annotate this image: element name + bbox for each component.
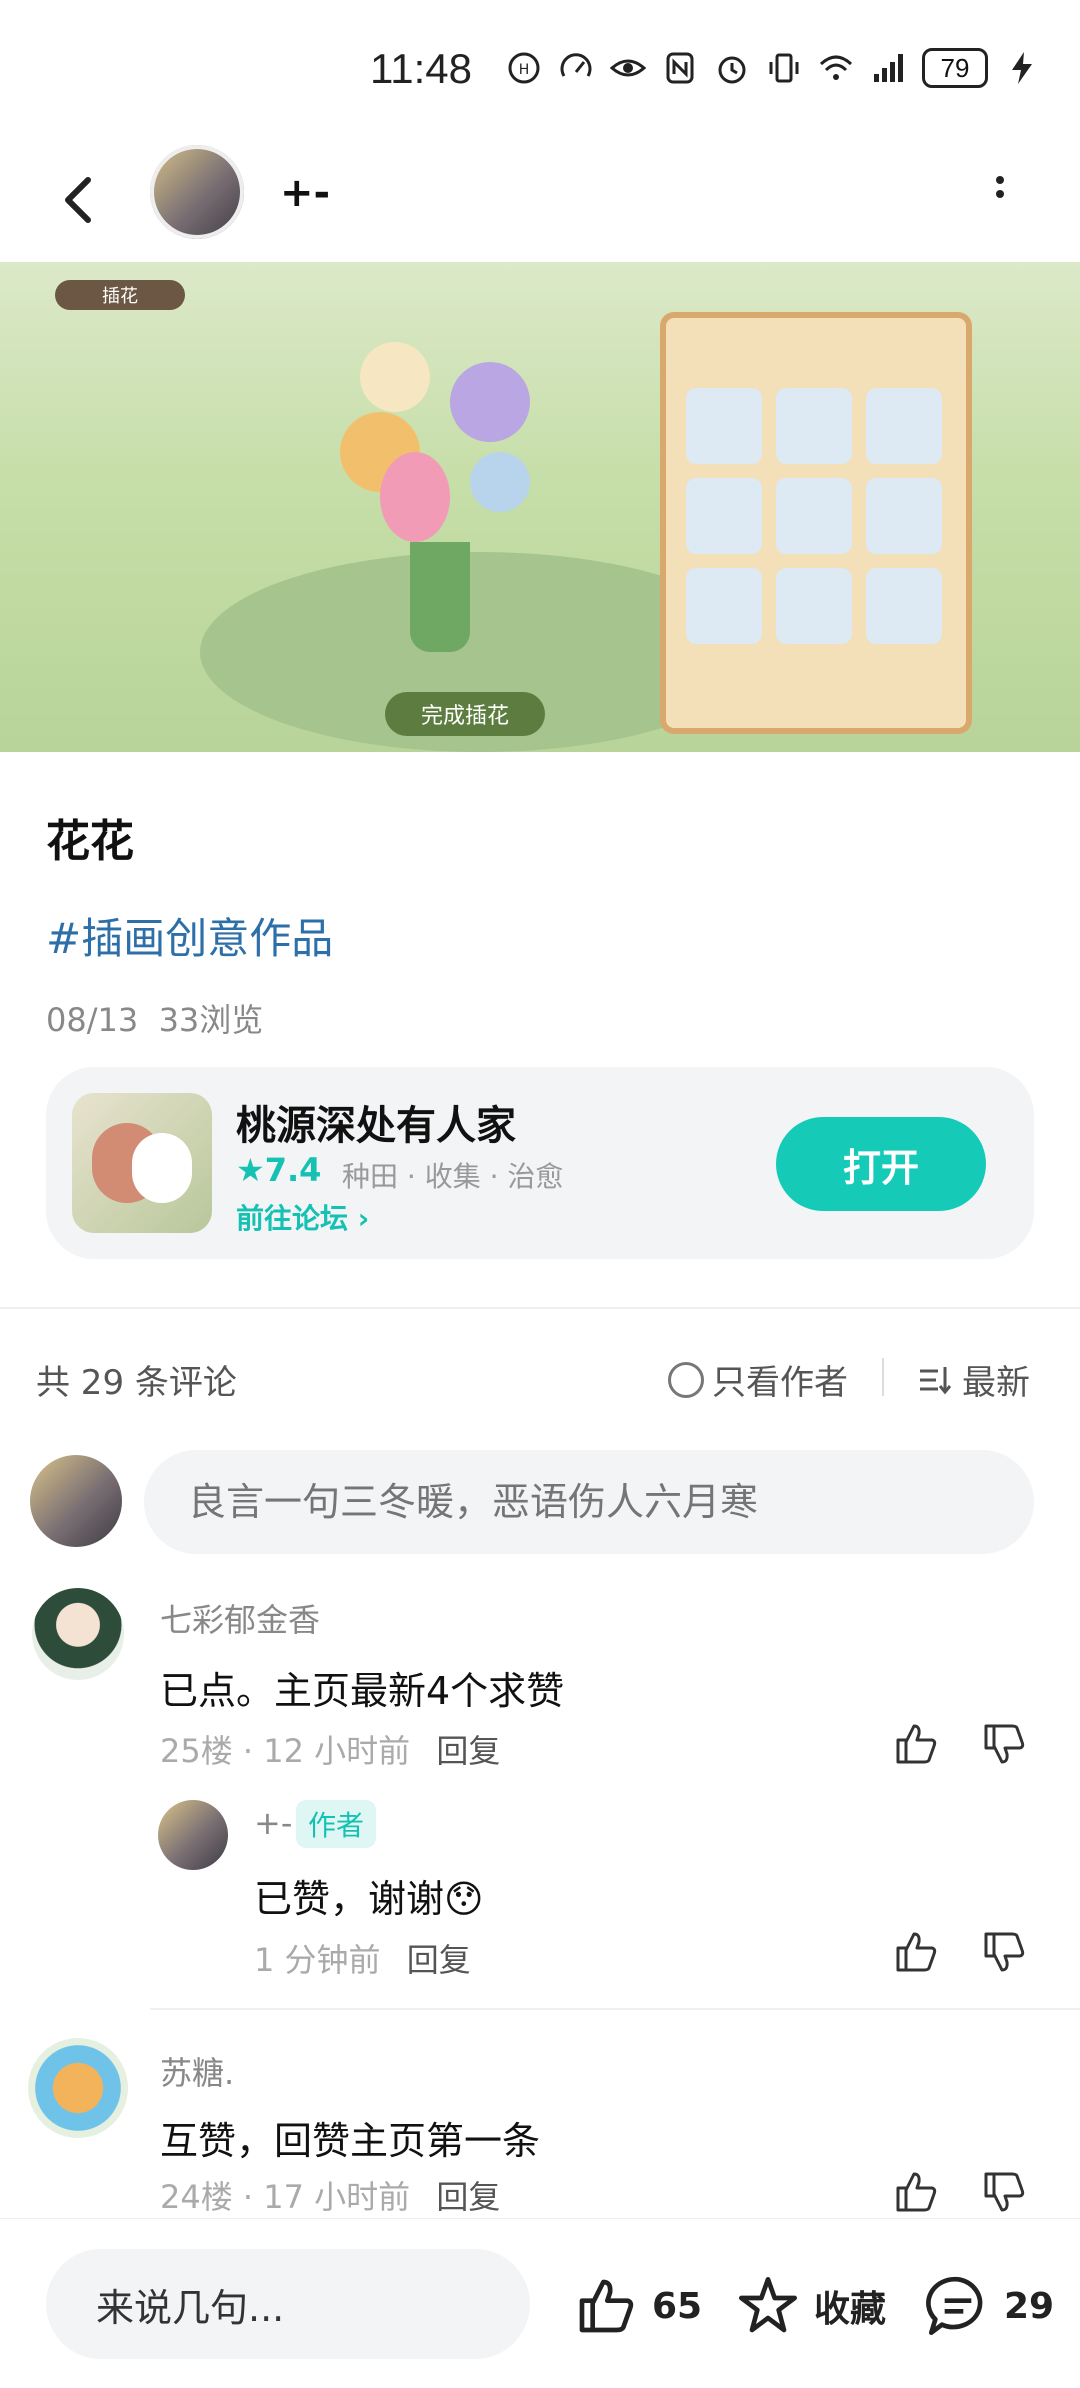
eye-icon — [610, 59, 646, 77]
thumbs-up-icon — [579, 2279, 634, 2333]
forum-link[interactable]: 前往论坛 › — [236, 1197, 369, 1237]
back-button[interactable] — [50, 170, 110, 230]
reply-text: 已赞，谢谢😯 — [254, 1877, 484, 1921]
game-name: 桃源深处有人家 — [236, 1103, 516, 1149]
favorite-button[interactable]: 收藏 — [736, 2274, 886, 2338]
like-count: 65 — [652, 2285, 703, 2327]
comment-avatar[interactable] — [32, 1588, 124, 1680]
game-rating: ★7.4 — [236, 1151, 322, 1189]
thumbs-down-icon[interactable] — [980, 1720, 1028, 1768]
reply-meta: 1 分钟前 回复 — [254, 1935, 471, 1981]
wifi-icon — [819, 55, 853, 80]
star-icon — [739, 2277, 797, 2333]
thumbs-up-icon[interactable] — [892, 2168, 940, 2216]
open-game-button[interactable]: 打开 — [776, 1117, 986, 1211]
comment-bubble-icon — [926, 2276, 983, 2335]
status-bar: 11:48 H 79 — [0, 0, 1080, 140]
thumbs-down-icon[interactable] — [980, 2168, 1028, 2216]
favorite-label: 收藏 — [814, 2289, 887, 2330]
comment-meta: 24楼 · 17 小时前 回复 — [160, 2178, 501, 2216]
post-image[interactable]: 插花 完成插花 — [0, 262, 1080, 752]
reply-author[interactable]: +- — [254, 1804, 292, 1842]
bottom-bar: 来说几句... 65 收藏 29 — [0, 2218, 1080, 2388]
post-tag-link[interactable]: #插画创意作品 — [46, 905, 333, 966]
more-options-button[interactable] — [980, 170, 1020, 220]
radio-circle-icon — [668, 1361, 704, 1398]
sort-icon — [920, 1366, 952, 1394]
reply-button[interactable]: 回复 — [407, 1941, 471, 1979]
sort-label: 最新 — [962, 1363, 1030, 1403]
game-tags: 种田 · 收集 · 治愈 — [342, 1160, 564, 1193]
comment-text: 已点。主页最新4个求赞 — [160, 1669, 565, 1713]
battery-indicator: 79 — [922, 48, 988, 88]
comment-author[interactable]: 苏糖. — [160, 2048, 234, 2094]
svg-text:H: H — [519, 62, 530, 78]
thumbs-up-icon[interactable] — [892, 1720, 940, 1768]
signal-icon — [874, 54, 903, 82]
game-card[interactable]: 桃源深处有人家 ★7.4 种田 · 收集 · 治愈 前往论坛 › 打开 — [46, 1067, 1034, 1259]
hd-icon: H — [508, 52, 540, 84]
comment-meta: 25楼 · 12 小时前 回复 — [160, 1732, 501, 1770]
vibrate-icon — [769, 53, 799, 83]
post-views: 33浏览 — [158, 1001, 264, 1039]
comment-time: 17 小时前 — [263, 2178, 411, 2216]
finish-arrangement-label: 完成插花 — [385, 692, 545, 736]
nfc-icon — [666, 52, 694, 84]
reply-time: 1 分钟前 — [254, 1941, 381, 1979]
author-badge: 作者 — [296, 1800, 377, 1848]
comment-time: 12 小时前 — [263, 1732, 411, 1770]
status-time: 11:48 — [370, 45, 472, 92]
comment-floor: 24楼 — [160, 2178, 233, 2216]
post-title: 花花 — [46, 816, 134, 867]
reply-button[interactable]: 回复 — [436, 1732, 500, 1770]
author-name[interactable]: +- — [280, 170, 330, 216]
status-icons: H 79 — [506, 48, 1040, 88]
author-avatar[interactable] — [150, 145, 244, 239]
sort-button[interactable]: 最新 — [918, 1355, 1030, 1404]
comment-text: 互赞，回赞主页第一条 — [160, 2119, 541, 2163]
section-divider — [0, 1307, 1080, 1309]
comment-input[interactable] — [144, 1450, 1034, 1554]
thumbs-up-icon[interactable] — [892, 1928, 940, 1976]
quick-comment-input[interactable]: 来说几句... — [46, 2249, 530, 2359]
only-author-label: 只看作者 — [712, 1363, 848, 1403]
chevron-left-icon — [65, 177, 91, 223]
only-author-toggle[interactable]: 只看作者 — [668, 1355, 848, 1404]
speed-icon — [560, 53, 592, 77]
game-app-icon — [72, 1093, 212, 1233]
my-avatar — [30, 1455, 122, 1547]
reply-button[interactable]: 回复 — [436, 2178, 500, 2216]
image-tab-label: 插花 — [55, 280, 185, 310]
like-button[interactable]: 65 — [574, 2274, 702, 2338]
comment-count: 共 29 条评论 — [36, 1363, 237, 1403]
post-meta: 08/13 33浏览 — [46, 995, 263, 1041]
comment-avatar[interactable] — [28, 2038, 128, 2138]
thumbs-down-icon[interactable] — [980, 1928, 1028, 1976]
comment-author[interactable]: 七彩郁金香 — [160, 1595, 320, 1641]
post-date: 08/13 — [46, 1001, 139, 1039]
comment-count-badge: 29 — [1004, 2285, 1055, 2327]
comment-floor: 25楼 — [160, 1732, 233, 1770]
charging-icon — [1012, 52, 1032, 84]
surprised-emoji-icon: 😯 — [444, 1877, 484, 1921]
alarm-icon — [718, 56, 746, 84]
comments-button[interactable]: 29 — [926, 2274, 1054, 2338]
reply-avatar[interactable] — [158, 1800, 228, 1870]
